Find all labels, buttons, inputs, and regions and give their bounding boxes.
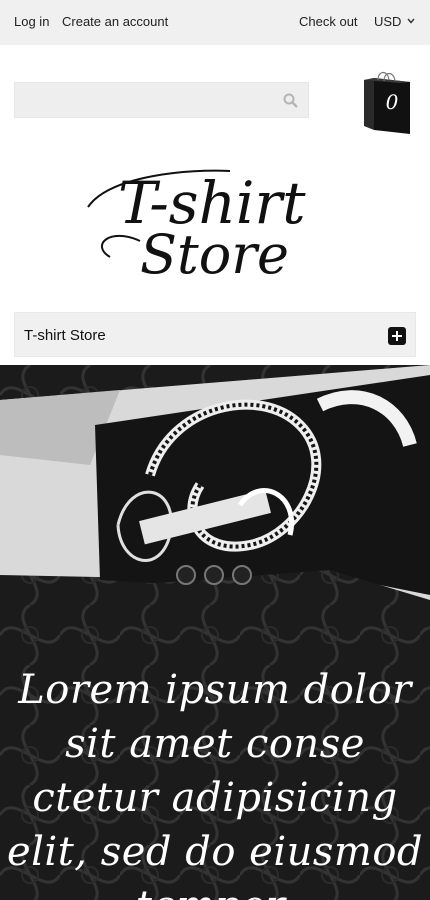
- slider-dot[interactable]: [176, 565, 196, 585]
- checkout-link[interactable]: Check out: [299, 14, 358, 29]
- plus-icon[interactable]: [388, 327, 406, 345]
- banner-text: Lorem ipsum dolor sit amet conse ctetur …: [6, 667, 424, 900]
- create-account-link[interactable]: Create an account: [62, 14, 168, 29]
- banner-slider: Lorem ipsum dolor sit amet conse ctetur …: [0, 365, 430, 900]
- slider-dot[interactable]: [232, 565, 252, 585]
- login-link[interactable]: Log in: [14, 14, 49, 29]
- slider-dots: [176, 565, 252, 585]
- cart-button[interactable]: 0: [362, 68, 414, 134]
- cart-count: 0: [385, 90, 399, 114]
- chevron-down-icon[interactable]: [407, 17, 415, 25]
- top-bar: Log in Create an account Check out USD: [0, 0, 430, 45]
- currency-selector[interactable]: USD: [374, 14, 401, 29]
- menu-title: T-shirt Store: [24, 327, 106, 344]
- logo-line2: Store: [140, 223, 289, 285]
- store-logo[interactable]: T-shirt Store: [70, 145, 360, 285]
- slider-dot[interactable]: [204, 565, 224, 585]
- search-box: [14, 82, 309, 118]
- search-icon[interactable]: [283, 93, 298, 108]
- menu-toggle[interactable]: T-shirt Store: [14, 312, 416, 357]
- search-input[interactable]: [15, 83, 275, 117]
